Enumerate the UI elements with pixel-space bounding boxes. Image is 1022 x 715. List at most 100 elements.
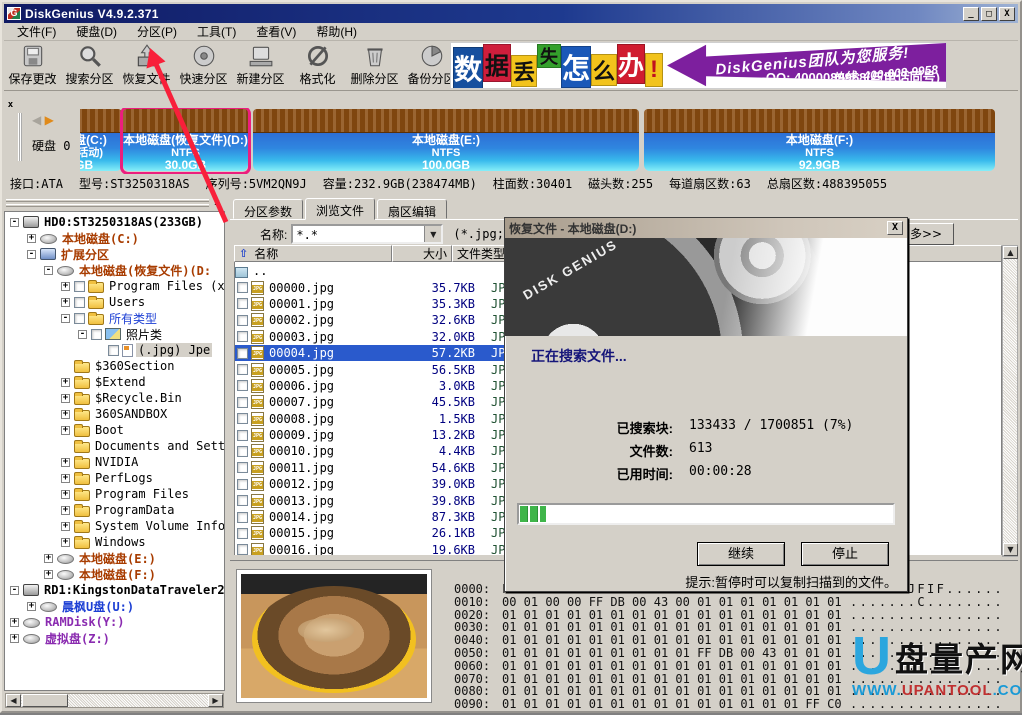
tree-item-label[interactable]: Documents and Settin <box>93 439 225 453</box>
tree-expand-toggle[interactable]: + <box>61 426 70 435</box>
tree-item-label[interactable]: NVIDIA <box>93 455 140 469</box>
file-checkbox[interactable] <box>237 315 248 326</box>
panel-grip[interactable] <box>18 113 22 161</box>
format-button[interactable]: 格式化 <box>289 41 346 89</box>
tree-item[interactable]: + PerfLogs <box>6 470 224 486</box>
tree-item[interactable]: - HD0:ST3250318AS(233GB) <box>6 214 224 230</box>
file-checkbox[interactable] <box>237 462 248 473</box>
tree-item[interactable]: - 照片类 <box>6 326 224 342</box>
tree-item-label[interactable]: RD1:KingstonDataTraveler2 <box>42 583 225 597</box>
tree-item[interactable]: + 本地磁盘(F:) <box>6 566 224 582</box>
tree-expand-toggle[interactable]: + <box>61 394 70 403</box>
tree-item-label[interactable]: Windows <box>93 535 148 549</box>
tree-item[interactable]: + $Recycle.Bin <box>6 390 224 406</box>
partition-block[interactable]: 本地磁盘(F:) NTFS 92.9GB <box>644 109 995 172</box>
tree-item-label[interactable]: 照片类 <box>124 326 164 343</box>
tree-item-label[interactable]: 本地磁盘(C:) <box>60 230 141 247</box>
minimize-button[interactable]: _ <box>963 7 979 21</box>
tree-item-label[interactable]: Program Files <box>93 487 191 501</box>
view-tab[interactable]: 扇区编辑 <box>377 199 447 219</box>
tree-item-label[interactable]: RAMDisk(Y:) <box>43 615 126 629</box>
tree-item-label[interactable]: PerfLogs <box>93 471 155 485</box>
tree-item[interactable]: + System Volume Inform <box>6 518 224 534</box>
file-checkbox[interactable] <box>237 331 248 342</box>
tree-item[interactable]: + 360SANDBOX <box>6 406 224 422</box>
scroll-down-icon[interactable]: ▼ <box>1003 543 1018 556</box>
file-checkbox[interactable] <box>237 364 248 375</box>
tree-item-label[interactable]: 扩展分区 <box>59 246 111 263</box>
recover-files-button[interactable]: 恢复文件 <box>118 41 175 89</box>
scroll-thumb[interactable] <box>22 694 68 707</box>
prev-disk-icon[interactable]: ◀ <box>32 113 41 127</box>
tree-item[interactable]: + Program Files <box>6 486 224 502</box>
next-disk-icon[interactable]: ▶ <box>45 113 54 127</box>
menu-item[interactable]: 文件(F) <box>8 21 65 42</box>
tree-expand-toggle[interactable]: + <box>10 634 19 643</box>
menu-item[interactable]: 帮助(H) <box>307 21 366 42</box>
tree-item[interactable]: $360Section <box>6 358 224 374</box>
file-checkbox[interactable] <box>237 446 248 457</box>
file-checkbox[interactable] <box>237 479 248 490</box>
filter-value[interactable]: *.* <box>293 226 424 242</box>
tree-item-label[interactable]: $360Section <box>93 359 176 373</box>
tree-item[interactable]: - RD1:KingstonDataTraveler2 <box>6 582 224 598</box>
menu-item[interactable]: 查看(V) <box>247 21 305 42</box>
close-button[interactable]: X <box>999 7 1015 21</box>
tree-expand-toggle[interactable]: + <box>61 490 70 499</box>
tree-item-label[interactable]: 晨枫U盘(U:) <box>60 598 136 615</box>
tree-item[interactable]: Documents and Settin <box>6 438 224 454</box>
file-checkbox[interactable] <box>237 282 248 293</box>
file-checkbox[interactable] <box>237 512 248 523</box>
file-checkbox[interactable] <box>237 528 248 539</box>
tree-item[interactable]: - 所有类型 <box>6 310 224 326</box>
stop-button[interactable]: 停止 <box>801 542 889 566</box>
tree-item-label[interactable]: 本地磁盘(恢复文件)(D: <box>77 262 213 279</box>
tree-item-label[interactable]: (.jpg) Jpe <box>136 343 212 357</box>
tree-expand-toggle[interactable]: + <box>61 298 70 307</box>
tree-expand-toggle[interactable]: + <box>10 618 19 627</box>
tree-checkbox[interactable] <box>74 313 85 324</box>
tree-expand-toggle[interactable]: + <box>61 458 70 467</box>
tree-item-label[interactable]: HD0:ST3250318AS(233GB) <box>42 215 205 229</box>
tree-item[interactable]: + 本地磁盘(C:) <box>6 230 224 246</box>
filter-combobox[interactable]: *.* ▼ <box>291 224 443 244</box>
continue-button[interactable]: 继续 <box>697 542 785 566</box>
tree-item-label[interactable]: ProgramData <box>93 503 176 517</box>
scroll-up-icon[interactable]: ▲ <box>1003 246 1018 259</box>
tree-item[interactable]: - 扩展分区 <box>6 246 224 262</box>
tree-expand-toggle[interactable]: - <box>78 330 87 339</box>
tree-expand-toggle[interactable]: - <box>44 266 53 275</box>
tree-expand-toggle[interactable]: - <box>61 314 70 323</box>
tree-expand-toggle[interactable]: - <box>27 250 36 259</box>
dialog-title-bar[interactable]: 恢复文件 - 本地磁盘(D:) X <box>505 218 907 238</box>
new-partition-button[interactable]: 新建分区 <box>232 41 289 89</box>
tree-panel-grip[interactable]: x <box>4 198 225 210</box>
file-checkbox[interactable] <box>237 413 248 424</box>
tree-item-label[interactable]: 本地磁盘(F:) <box>77 566 158 583</box>
tree-item[interactable]: + Users <box>6 294 224 310</box>
tree-item-label[interactable]: 所有类型 <box>107 310 159 327</box>
tree-expand-toggle[interactable]: + <box>61 282 70 291</box>
tree-item[interactable]: + Windows <box>6 534 224 550</box>
tree-item[interactable]: (.jpg) Jpe <box>6 342 224 358</box>
tree-item-label[interactable]: Boot <box>93 423 126 437</box>
tree-item[interactable]: + Program Files (x8 <box>6 278 224 294</box>
tree-expand-toggle[interactable]: + <box>61 522 70 531</box>
menu-item[interactable]: 分区(P) <box>128 21 186 42</box>
file-checkbox[interactable] <box>237 495 248 506</box>
tree-item-label[interactable]: 虚拟盘(Z:) <box>43 630 112 647</box>
tree-checkbox[interactable] <box>74 281 85 292</box>
partition-block[interactable]: 本地磁盘(E:) NTFS 100.0GB <box>253 109 639 172</box>
restore-button[interactable]: □ <box>981 7 997 21</box>
scroll-right-icon[interactable]: ▶ <box>208 694 223 707</box>
tree-item-label[interactable]: Users <box>107 295 147 309</box>
menu-item[interactable]: 工具(T) <box>188 21 245 42</box>
column-header-name[interactable]: ⇧ 名称 <box>234 245 392 262</box>
tree-item-label[interactable]: 360SANDBOX <box>93 407 169 421</box>
file-checkbox[interactable] <box>237 348 248 359</box>
tree-item-label[interactable]: $Extend <box>93 375 148 389</box>
tree-item-label[interactable]: Program Files (x8 <box>107 279 225 293</box>
tree-item[interactable]: + 晨枫U盘(U:) <box>6 598 224 614</box>
partition-block[interactable]: 本地磁盘(恢复文件)(D:) NTFS 30.0GB <box>123 109 248 172</box>
tree-item[interactable]: + ProgramData <box>6 502 224 518</box>
